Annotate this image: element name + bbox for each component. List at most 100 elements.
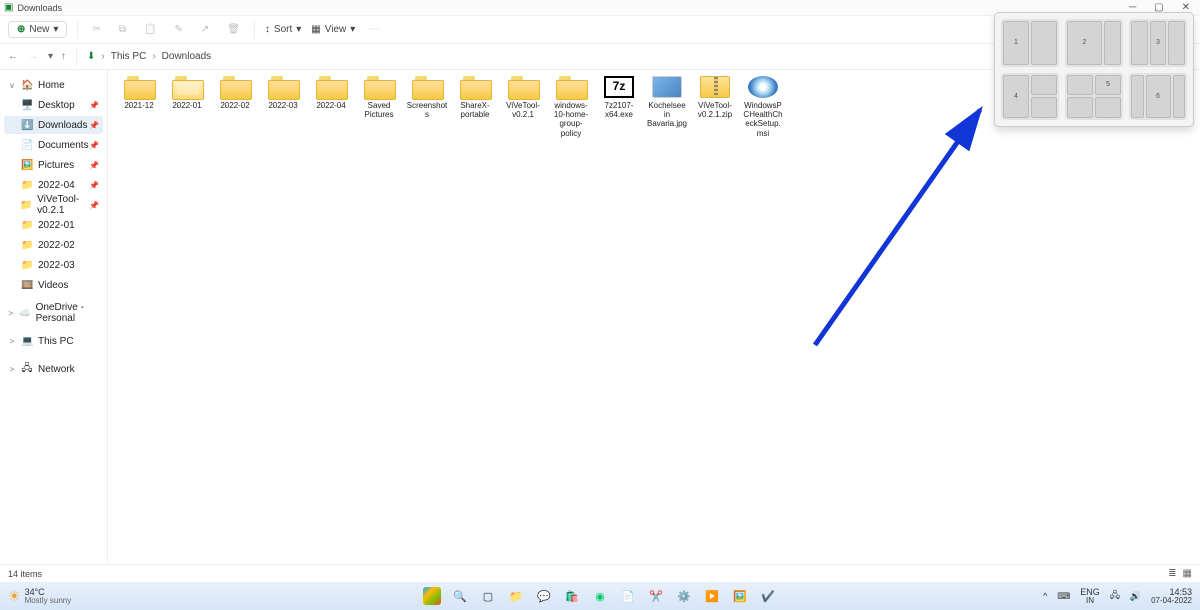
sidebar-item-2022-04[interactable]: 📁2022-04📌 [4, 176, 103, 194]
sidebar-item-desktop[interactable]: 🖥️Desktop📌 [4, 96, 103, 114]
file-item[interactable]: 2022-02 [214, 76, 256, 110]
file-item[interactable]: Saved Pictures [358, 76, 400, 119]
network-icon[interactable]: 🖧 [1110, 588, 1120, 604]
file-name: ViVeTool-v0.2.1.zip [694, 101, 736, 119]
search-button[interactable]: 🔍 [451, 587, 469, 605]
file-item[interactable]: 2021-12 [118, 76, 160, 110]
snap-cell [1131, 75, 1144, 119]
file-item[interactable]: 2022-03 [262, 76, 304, 110]
weather-widget[interactable]: ☀ 34°C Mostly sunny [8, 588, 71, 605]
recent-button[interactable]: ▾ [48, 51, 53, 62]
sidebar-icon: 📁 [20, 200, 32, 211]
file-icon [268, 76, 298, 98]
file-item[interactable]: Kochelsee in Bavaria.jpg [646, 76, 688, 129]
sidebar-item-label: 2022-02 [38, 240, 75, 251]
start-button[interactable] [423, 587, 441, 605]
file-name: Saved Pictures [358, 101, 400, 119]
share-button[interactable]: ↗ [197, 22, 213, 37]
snap-option-6[interactable]: 6 [1129, 73, 1187, 121]
snap-option-2[interactable]: 2 [1065, 19, 1123, 67]
app-button[interactable]: 📄 [619, 587, 637, 605]
snap-option-5[interactable]: 5 [1065, 73, 1123, 121]
chevron-icon: v [8, 81, 16, 90]
crumb-this-pc[interactable]: This PC [111, 51, 147, 62]
sidebar-item-vivetool-v0-2-1[interactable]: 📁ViVeTool-v0.2.1📌 [4, 196, 103, 214]
folder-icon: ▣ [4, 2, 13, 13]
snap-option-4[interactable]: 4 [1001, 73, 1059, 121]
pin-icon: 📌 [89, 161, 99, 170]
file-item[interactable]: 2022-04 [310, 76, 352, 110]
file-icon [460, 76, 490, 98]
taskview-button[interactable]: ▢ [479, 587, 497, 605]
paste-button[interactable]: 📋 [140, 22, 160, 37]
snap-option-1[interactable]: 1 [1001, 19, 1059, 67]
keyboard-icon[interactable]: ⌨ [1057, 591, 1070, 602]
file-item[interactable]: 7z7z2107-x64.exe [598, 76, 640, 119]
file-item[interactable]: ShareX-portable [454, 76, 496, 119]
sidebar-item-label: 2022-01 [38, 220, 75, 231]
todo-button[interactable]: ✔️ [759, 587, 777, 605]
sidebar-item-downloads[interactable]: ⬇️Downloads📌 [4, 116, 103, 134]
rename-button[interactable]: ✎ [170, 22, 186, 37]
edge-button[interactable]: ◉ [591, 587, 609, 605]
media-button[interactable]: ▶️ [703, 587, 721, 605]
sidebar-item-label: 2022-03 [38, 260, 75, 271]
file-item[interactable]: ViVeTool-v0.2.1 [502, 76, 544, 119]
sidebar-icon: 🖧 [21, 361, 33, 378]
sidebar-item-this-pc[interactable]: >💻This PC [4, 332, 103, 350]
icons-view-button[interactable]: ▦ [1183, 568, 1192, 579]
snap-cell [1095, 97, 1121, 118]
sidebar-item-documents[interactable]: 📄Documents📌 [4, 136, 103, 154]
sidebar-item-2022-03[interactable]: 📁2022-03 [4, 256, 103, 274]
chevron-down-icon: ▾ [53, 24, 58, 35]
chevron-icon: > [8, 337, 16, 346]
tray-chevron-icon[interactable]: ^ [1043, 591, 1047, 601]
snip-button[interactable]: ✂️ [647, 587, 665, 605]
snap-cell [1067, 75, 1093, 96]
file-item[interactable]: WindowsPCHealthCheckSetup.msi [742, 76, 784, 138]
view-label: View [325, 24, 347, 35]
forward-button[interactable]: → [28, 51, 38, 62]
delete-button[interactable]: 🗑 [223, 22, 244, 37]
sidebar-icon: 🏠 [21, 80, 33, 91]
details-view-button[interactable]: ≣ [1168, 568, 1176, 579]
sidebar-item-pictures[interactable]: 🖼️Pictures📌 [4, 156, 103, 174]
store-button[interactable]: 🛍️ [563, 587, 581, 605]
explorer-button[interactable]: 📁 [507, 587, 525, 605]
file-icon [316, 76, 346, 98]
settings-button[interactable]: ⚙️ [675, 587, 693, 605]
sidebar-item-onedrive-personal[interactable]: >☁️OneDrive - Personal [4, 304, 103, 322]
sidebar-item-videos[interactable]: 🎞️Videos [4, 276, 103, 294]
sidebar-item-network[interactable]: >🖧Network [4, 360, 103, 378]
sidebar-item-home[interactable]: v🏠Home [4, 76, 103, 94]
sidebar-icon: 🖥️ [21, 100, 33, 111]
snap-option-3[interactable]: 3 [1129, 19, 1187, 67]
snap-cell [1104, 21, 1121, 65]
sidebar-icon: 💻 [21, 336, 33, 347]
language-button[interactable]: ENG IN [1080, 588, 1100, 605]
back-button[interactable]: ← [8, 51, 18, 62]
volume-icon[interactable]: 🔊 [1130, 591, 1141, 602]
file-item[interactable]: windows-10-home-group-policy [550, 76, 592, 138]
sun-icon: ☀ [8, 588, 21, 605]
clock[interactable]: 14:53 07-04-2022 [1151, 588, 1192, 605]
file-name: 2022-03 [268, 101, 297, 110]
up-button[interactable]: ↑ [61, 51, 66, 62]
file-item[interactable]: ViVeTool-v0.2.1.zip [694, 76, 736, 119]
copy-button[interactable]: ⧉ [115, 22, 130, 37]
snap-cell: 2 [1067, 21, 1102, 65]
file-item[interactable]: Screenshots [406, 76, 448, 119]
crumb-downloads[interactable]: Downloads [162, 51, 211, 62]
sidebar-item-label: OneDrive - Personal [36, 302, 99, 324]
sort-button[interactable]: ↕ Sort ▾ [265, 24, 301, 35]
cut-button[interactable]: ✂ [88, 22, 104, 37]
pin-icon: 📌 [89, 201, 99, 210]
photos-button[interactable]: 🖼️ [731, 587, 749, 605]
sidebar-item-2022-01[interactable]: 📁2022-01 [4, 216, 103, 234]
file-item[interactable]: 2022-01 [166, 76, 208, 110]
new-button[interactable]: ⊕ New ▾ [8, 21, 67, 38]
view-button[interactable]: ▦ View ▾ [311, 24, 355, 35]
sidebar-item-2022-02[interactable]: 📁2022-02 [4, 236, 103, 254]
teams-button[interactable]: 💬 [535, 587, 553, 605]
more-button[interactable]: ⋯ [365, 22, 383, 37]
